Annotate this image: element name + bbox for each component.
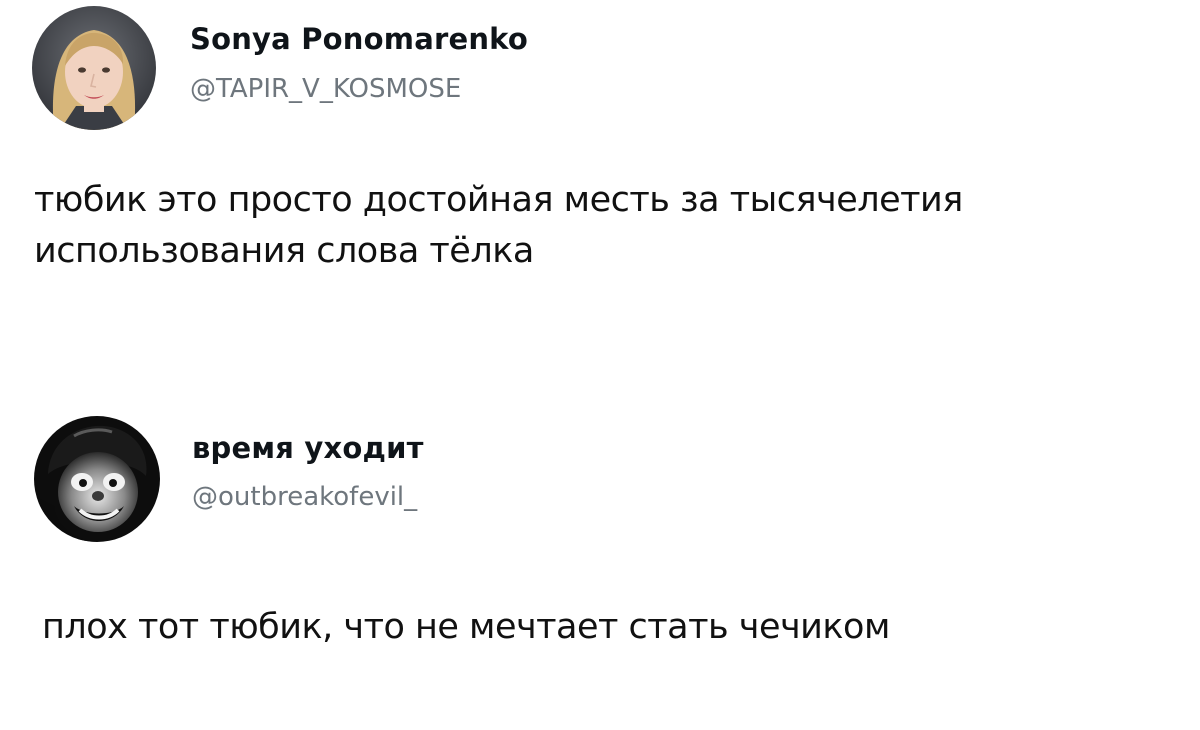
tweet-card: Sonya Ponomarenko @TAPIR_V_KOSMOSE тюбик…: [0, 0, 1200, 330]
author-display-name[interactable]: Sonya Ponomarenko: [190, 22, 528, 56]
clown-avatar-photo-icon: [34, 416, 160, 542]
author-display-name[interactable]: время уходит: [192, 431, 424, 465]
tweet-text: тюбик это просто достойная месть за тыся…: [34, 180, 963, 271]
user-avatar-photo-icon: [32, 6, 156, 130]
author-handle[interactable]: @outbreakofevil_: [192, 482, 417, 512]
user-avatar[interactable]: [34, 416, 160, 542]
user-avatar[interactable]: [32, 6, 156, 130]
tweet-card: время уходит @outbreakofevil_ плох тот т…: [0, 405, 1200, 730]
tweet-text: плох тот тюбик, что не мечтает стать чеч…: [42, 607, 890, 647]
author-handle[interactable]: @TAPIR_V_KOSMOSE: [190, 74, 461, 104]
